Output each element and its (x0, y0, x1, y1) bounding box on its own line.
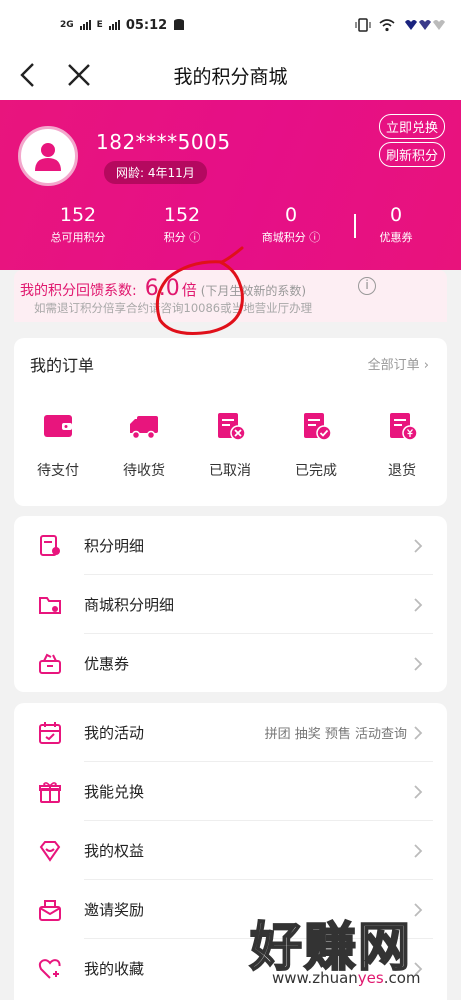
avatar[interactable] (18, 126, 78, 186)
order-label: 待收货 (123, 463, 165, 479)
menu-label: 商城积分明细 (84, 596, 175, 614)
wifi-icon (379, 19, 395, 32)
exchange-now-button[interactable]: 立即兑换 (378, 114, 445, 139)
coefficient-unit: 倍 (181, 281, 197, 299)
battery-hearts-icon (405, 20, 445, 30)
signal-bars-icon-2 (108, 20, 120, 30)
refresh-points-button[interactable]: 刷新积分 (378, 142, 445, 167)
order-label: 退货 (388, 463, 416, 479)
menu-label: 我的收藏 (84, 960, 145, 978)
status-bar: 2G E 05:12 (0, 0, 461, 50)
orders-card: 我的订单 全部订单 › 待支付 待收货 已取消 已完成 退货 (14, 338, 447, 506)
activity-shortcuts[interactable]: 拼团 抽奖 预售 活动查询 (265, 723, 407, 742)
heart-plus-icon (38, 958, 61, 979)
chevron-right-icon (414, 538, 423, 553)
stat-value: 0 (389, 204, 403, 226)
stats-divider (354, 214, 356, 238)
coefficient-value: 6.0 (144, 276, 180, 301)
stat-coupons[interactable]: 0 优惠券 (366, 204, 426, 245)
signal-e: E (96, 20, 103, 30)
menu-label: 我的权益 (84, 842, 145, 860)
chevron-right-icon (414, 656, 423, 671)
stat-label: 总可用积分 (50, 231, 106, 244)
watermark-url: www.zhuanyes.com (272, 969, 421, 987)
signal-2g: 2G (60, 20, 74, 30)
wallet-icon (44, 415, 72, 437)
menu-my-benefits[interactable]: 我的权益 (14, 821, 447, 880)
menu-label: 邀请奖励 (84, 901, 145, 919)
stat-label: 优惠券 (379, 231, 413, 244)
gift-icon (39, 781, 61, 803)
order-cancelled[interactable]: 已取消 (195, 410, 265, 480)
envelope-gift-icon (39, 899, 61, 921)
status-left: 2G E 05:12 (60, 18, 185, 33)
coefficient-line: 我的积分回馈系数: 6.0 倍 (下月生效新的系数) (20, 276, 306, 301)
user-icon (35, 143, 61, 171)
signal-bars-icon (79, 20, 91, 30)
coefficient-label: 我的积分回馈系数: (20, 283, 137, 299)
order-pending-payment[interactable]: 待支付 (23, 410, 93, 480)
heart-diamond-icon (39, 840, 61, 862)
menu-label: 我的活动 (84, 724, 145, 742)
menu-mall-points-detail[interactable]: 商城积分明细 (14, 575, 447, 634)
user-phone: 182****5005 (96, 130, 231, 154)
back-icon[interactable] (14, 60, 44, 90)
document-check-icon (304, 413, 332, 441)
document-refund-icon (390, 413, 418, 441)
stat-label: 商城积分 ⓘ (261, 231, 321, 244)
stat-value: 152 (163, 204, 201, 226)
nav-bar: 我的积分商城 (0, 50, 461, 100)
menu-coupons[interactable]: 优惠券 (14, 634, 447, 693)
watermark: 好赚网 www.zhuanyes.com (249, 905, 450, 995)
points-detail-icon (40, 534, 60, 556)
order-pending-delivery[interactable]: 待收货 (109, 410, 179, 480)
stat-points[interactable]: 152 积分 ⓘ (142, 204, 222, 245)
status-time: 05:12 (125, 17, 168, 33)
storage-icon (174, 19, 185, 30)
calendar-icon (39, 721, 61, 744)
coupon-icon (39, 653, 61, 674)
menu-label: 优惠券 (84, 655, 130, 673)
folder-points-icon (39, 596, 61, 614)
order-label: 已完成 (295, 463, 337, 479)
menu-label: 我能兑换 (84, 783, 145, 801)
network-age-badge: 网龄: 4年11月 (104, 161, 207, 184)
points-header: 182****5005 网龄: 4年11月 立即兑换 刷新积分 152 总可用积… (0, 100, 461, 270)
watermark-url-c: .com (383, 969, 421, 987)
order-refund[interactable]: 退货 (367, 410, 437, 480)
menu-my-activities[interactable]: 我的活动 拼团 抽奖 预售 活动查询 (14, 703, 447, 762)
chevron-right-icon (414, 725, 423, 740)
vibrate-icon (355, 18, 371, 32)
watermark-url-b: yes (357, 969, 384, 987)
order-completed[interactable]: 已完成 (281, 410, 351, 480)
stat-total-points[interactable]: 152 总可用积分 (38, 204, 118, 245)
chevron-right-icon (414, 597, 423, 612)
order-label: 已取消 (209, 463, 251, 479)
coefficient-note: (下月生效新的系数) (200, 284, 307, 298)
orders-title: 我的订单 (30, 356, 95, 375)
document-cancel-icon (218, 413, 246, 441)
stat-label: 积分 ⓘ (163, 231, 201, 244)
menu-points-detail[interactable]: 积分明细 (14, 516, 447, 575)
all-orders-link[interactable]: 全部订单 › (368, 354, 429, 373)
order-label: 待支付 (37, 463, 79, 479)
menu-label: 积分明细 (84, 537, 145, 555)
chevron-right-icon (414, 784, 423, 799)
watermark-url-a: www.zhuan (272, 969, 358, 987)
coefficient-tip: 如需退订积分倍享合约请咨询10086或当地营业厅办理 (34, 301, 313, 315)
close-icon[interactable] (64, 60, 94, 90)
truck-icon (130, 416, 158, 440)
info-icon[interactable]: i (358, 277, 376, 295)
chevron-right-icon (414, 843, 423, 858)
stat-value: 152 (59, 204, 97, 226)
stat-mall-points[interactable]: 0 商城积分 ⓘ (246, 204, 336, 245)
points-menu-card: 积分明细 商城积分明细 优惠券 (14, 516, 447, 692)
stat-value: 0 (284, 204, 298, 226)
menu-can-exchange[interactable]: 我能兑换 (14, 762, 447, 821)
status-right (355, 18, 445, 32)
